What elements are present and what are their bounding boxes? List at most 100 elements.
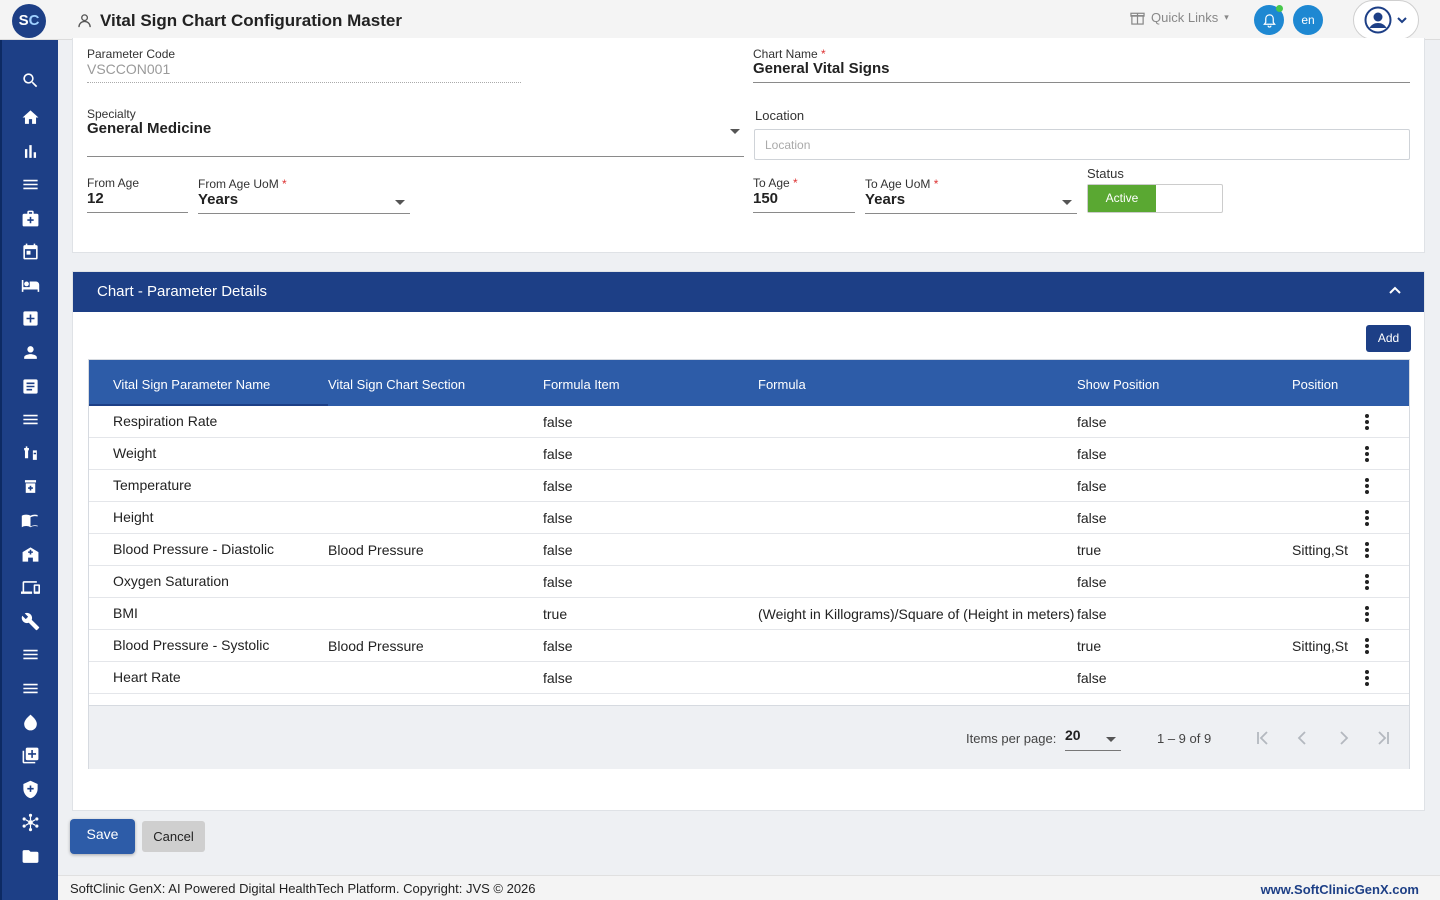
sidebar-item-pharmacy[interactable]	[18, 441, 42, 465]
sidebar-item-calendar[interactable]	[18, 239, 42, 263]
column-header-show-position[interactable]: Show Position	[1077, 377, 1159, 392]
cancel-button[interactable]: Cancel	[142, 821, 205, 852]
to-age-uom-label: To Age UoM *	[865, 177, 939, 191]
column-header-chart-section[interactable]: Vital Sign Chart Section	[328, 377, 465, 392]
save-button[interactable]: Save	[70, 819, 135, 854]
row-actions-icon[interactable]	[1361, 670, 1373, 688]
column-header-formula[interactable]: Formula	[758, 377, 806, 392]
table-row[interactable]: Height false false	[89, 502, 1409, 534]
sidebar-item-reports[interactable]	[18, 139, 42, 163]
hub-icon	[22, 813, 38, 831]
status-toggle[interactable]: Active	[1087, 184, 1223, 213]
menu-icon	[22, 179, 38, 189]
row-actions-icon[interactable]	[1361, 414, 1373, 432]
to-age-input[interactable]: 150	[753, 190, 853, 207]
folder-icon	[22, 849, 38, 863]
sidebar-item-home[interactable]	[18, 105, 42, 129]
chevron-down-icon	[1062, 200, 1072, 205]
table-row[interactable]: Weight false false	[89, 438, 1409, 470]
row-actions-icon[interactable]	[1361, 446, 1373, 464]
chevron-down-icon: ▾	[1224, 12, 1229, 22]
first-page-button[interactable]	[1253, 728, 1273, 748]
from-age-input[interactable]: 12	[87, 190, 187, 207]
cell-position: Sitting,St	[1292, 542, 1349, 558]
notifications-button[interactable]	[1254, 5, 1284, 35]
sidebar-item-search[interactable]	[18, 68, 42, 92]
footer-website-link[interactable]: www.SoftClinicGenX.com	[1261, 882, 1419, 897]
sidebar-item-devices[interactable]	[18, 575, 42, 599]
table-row[interactable]: BMI true (Weight in Killograms)/Square o…	[89, 598, 1409, 630]
table-row[interactable]: Oxygen Saturation false false	[89, 566, 1409, 598]
cell-show-position: false	[1077, 510, 1107, 526]
app-logo[interactable]: SC	[12, 4, 46, 38]
specialty-select[interactable]: General Medicine	[87, 120, 743, 156]
row-actions-icon[interactable]	[1361, 574, 1373, 592]
sidebar-item-menu[interactable]	[18, 172, 42, 196]
page-range: 1 – 9 of 9	[1157, 731, 1212, 746]
sidebar-item-integration[interactable]	[18, 810, 42, 834]
column-header-position[interactable]: Position	[1292, 377, 1338, 392]
cell-parameter-name: BMI	[113, 605, 138, 621]
sidebar-item-menu-4[interactable]	[18, 676, 42, 700]
quick-links-label: Quick Links	[1151, 10, 1219, 25]
table-row[interactable]: Temperature false false	[89, 470, 1409, 502]
cell-show-position: false	[1077, 446, 1107, 462]
sidebar-item-menu-2[interactable]	[18, 407, 42, 431]
cell-formula-item: false	[543, 446, 573, 462]
sidebar-item-library-add[interactable]	[18, 743, 42, 767]
notification-dot	[1276, 5, 1283, 12]
sidebar-item-tools[interactable]	[18, 609, 42, 633]
table-row[interactable]: Blood Pressure - Diastolic Blood Pressur…	[89, 534, 1409, 566]
table-row[interactable]: Blood Pressure - Systolic Blood Pressure…	[89, 630, 1409, 662]
menu-icon	[22, 414, 38, 424]
user-menu-button[interactable]	[1353, 0, 1419, 40]
row-actions-icon[interactable]	[1361, 478, 1373, 496]
sidebar-item-insurance[interactable]	[18, 777, 42, 801]
sidebar-item-library[interactable]	[18, 508, 42, 532]
language-button[interactable]: en	[1293, 5, 1323, 35]
next-page-button[interactable]	[1333, 728, 1353, 748]
from-age-uom-underline	[198, 213, 410, 214]
status-active-option[interactable]: Active	[1088, 185, 1156, 212]
specialty-underline	[87, 156, 744, 157]
column-header-parameter-name[interactable]: Vital Sign Parameter Name	[113, 377, 270, 392]
sidebar-item-records[interactable]	[18, 374, 42, 398]
previous-page-button[interactable]	[1293, 728, 1313, 748]
sidebar-item-patients[interactable]	[18, 340, 42, 364]
table-row[interactable]: Respiration Rate false false	[89, 406, 1409, 438]
chevron-up-icon[interactable]	[1388, 284, 1402, 298]
from-age-uom-value: Years	[198, 191, 239, 208]
sidebar-item-beds[interactable]	[18, 273, 42, 297]
row-actions-icon[interactable]	[1361, 542, 1373, 560]
parameter-details-panel: Chart - Parameter Details Add Vital Sign…	[72, 271, 1425, 811]
row-actions-icon[interactable]	[1361, 638, 1373, 656]
from-age-uom-select[interactable]: Years	[198, 191, 410, 208]
wrench-icon	[21, 612, 39, 630]
cell-show-position: false	[1077, 574, 1107, 590]
cell-parameter-name: Blood Pressure - Systolic	[113, 637, 270, 653]
shield-plus-icon	[22, 780, 38, 798]
last-page-button[interactable]	[1373, 728, 1393, 748]
page-size-select[interactable]: 20	[1065, 727, 1081, 743]
row-actions-icon[interactable]	[1361, 510, 1373, 528]
sidebar-item-facility[interactable]	[18, 542, 42, 566]
sidebar-item-add[interactable]	[18, 306, 42, 330]
chart-config-form: Parameter Code VSCCON001 Chart Name * Ge…	[72, 38, 1425, 253]
chart-name-input[interactable]: General Vital Signs	[753, 60, 889, 77]
quick-links-dropdown[interactable]: Quick Links ▾	[1130, 10, 1229, 25]
sidebar-item-medical-kit[interactable]	[18, 206, 42, 230]
sidebar-item-menu-3[interactable]	[18, 642, 42, 666]
sidebar-item-medicines[interactable]	[18, 474, 42, 498]
column-header-formula-item[interactable]: Formula Item	[543, 377, 620, 392]
sidebar-item-documents[interactable]	[18, 844, 42, 868]
book-icon	[21, 514, 38, 527]
location-input[interactable]: Location	[754, 129, 1410, 160]
sidebar-item-blood-bank[interactable]	[18, 710, 42, 734]
to-age-uom-select[interactable]: Years	[865, 191, 1077, 208]
cell-formula-item: false	[543, 574, 573, 590]
add-button[interactable]: Add	[1366, 325, 1411, 352]
parameter-details-header[interactable]: Chart - Parameter Details	[73, 272, 1424, 312]
row-actions-icon[interactable]	[1361, 606, 1373, 624]
table-row[interactable]: Heart Rate false false	[89, 662, 1409, 694]
cell-show-position: true	[1077, 542, 1102, 558]
